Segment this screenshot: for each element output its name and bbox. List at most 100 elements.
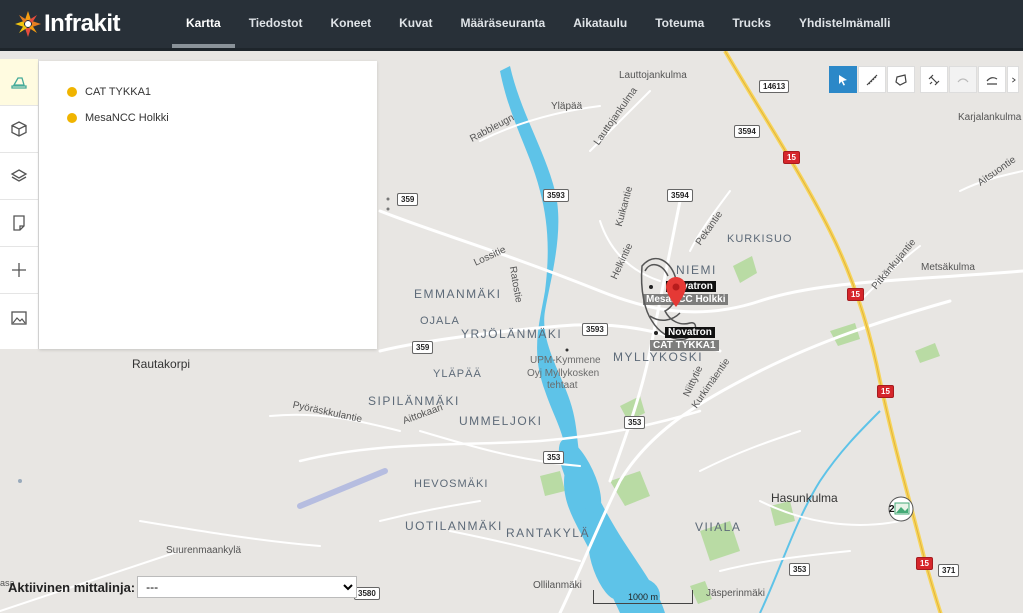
map-label-upm-2: Oyj Myllykosken — [527, 368, 600, 379]
road-shield-3593-b: 3593 — [582, 323, 608, 336]
road-shield-15-c: 15 — [877, 385, 894, 398]
map-label-sipilanmaki: SIPILÄNMÄKI — [368, 394, 460, 408]
nav-tab-koneet[interactable]: Koneet — [316, 0, 385, 48]
map-label-hasunkulma: Hasunkulma — [771, 491, 838, 505]
road-shield-15-a: 15 — [783, 151, 800, 164]
layers-tool-button[interactable] — [0, 153, 38, 200]
map-label-suurenmaankyla: Suurenmaankylä — [166, 545, 242, 556]
profile-icon — [957, 77, 969, 82]
map-label-metsakulma: Metsäkulma — [921, 262, 975, 273]
map-label-yrjolanmaki: YRJÖLÄNMÄKI — [461, 327, 563, 341]
road-shield-353-a: 353 — [624, 416, 646, 429]
photo-cluster-count: 2 — [889, 504, 895, 515]
legend-dot — [67, 87, 77, 97]
map-label-emmanmaki: EMMANMÄKI — [414, 287, 502, 301]
map-label-ojala: OJALA — [420, 315, 460, 327]
nav-tab-kuvat[interactable]: Kuvat — [385, 0, 446, 48]
image-icon — [11, 310, 27, 325]
legend-item-mesancc-holkki[interactable]: MesaNCC Holkki — [39, 105, 377, 131]
machines-icon — [11, 77, 27, 89]
satellite-icon — [928, 74, 940, 85]
map-label-ylapaa: YLÄPÄÄ — [433, 368, 482, 380]
nav-tab-toteuma[interactable]: Toteuma — [641, 0, 718, 48]
map-label-rautakorpi: Rautakorpi — [132, 357, 191, 371]
road-shield-371: 371 — [938, 564, 960, 577]
crosshair-icon — [12, 263, 26, 277]
map-label-ummeljoki: UMMELJOKI — [459, 414, 543, 428]
layers-icon — [10, 169, 28, 182]
nav-tab-trucks[interactable]: Trucks — [718, 0, 785, 48]
road-shield-14613: 14613 — [759, 80, 790, 93]
app-logo[interactable]: Infrakit — [14, 0, 172, 48]
legend-label: CAT TYKKA1 — [85, 86, 152, 98]
road-shield-3594-a: 3594 — [734, 125, 760, 138]
legend-item-cat-tykka1[interactable]: CAT TYKKA1 — [39, 79, 377, 105]
map-label-hevosmaki: HEVOSMÄKI — [414, 478, 489, 490]
map-label-viiala: VIIALA — [695, 520, 742, 534]
nav-tab-maaraseuranta[interactable]: Määräseuranta — [446, 0, 559, 48]
points-tool-button[interactable] — [0, 247, 38, 294]
measure-area-icon — [895, 73, 907, 86]
road-shield-353-c: 353 — [789, 563, 811, 576]
machine-label-cat-tykka1[interactable]: CAT TYKKA1 — [650, 340, 719, 351]
nav-tab-aikataulu[interactable]: Aikataulu — [559, 0, 641, 48]
models-tool-button[interactable] — [0, 106, 38, 153]
map-label-kurkisuo: KURKISUO — [727, 233, 793, 245]
nav-tab-kartta[interactable]: Kartta — [172, 0, 235, 48]
more-icon — [1012, 77, 1016, 82]
map-label-upm-3: tehtaat — [547, 380, 578, 391]
photo-cluster-marker[interactable]: 2 — [887, 496, 915, 522]
road-shield-359-a: 359 — [397, 193, 419, 206]
active-measurement-line: Aktiivinen mittalinja: --- — [8, 576, 358, 598]
map-label-upm-1: UPM-Kymmene — [530, 355, 601, 366]
location-pin-icon[interactable] — [666, 277, 686, 307]
active-line-label: Aktiivinen mittalinja: — [8, 579, 136, 595]
pointer-tool-button[interactable] — [829, 66, 857, 93]
map-label-niemi: NIEMI — [676, 263, 717, 277]
road-shield-3593-a: 3593 — [543, 189, 569, 202]
map-label-ollilanmaki: Ollilanmäki — [533, 580, 582, 591]
machine-label-novatron-bottom[interactable]: Novatron — [665, 327, 715, 338]
map-label-rantakyla: RANTAKYLÄ — [506, 526, 590, 540]
nav-tab-yhdistelmamalli[interactable]: Yhdistelmämalli — [785, 0, 904, 48]
machine-legend-panel: CAT TYKKA1 MesaNCC Holkki — [39, 61, 377, 349]
images-tool-button[interactable] — [0, 294, 38, 341]
profile-button[interactable] — [949, 66, 977, 93]
map-scale-bar: 1000 m — [593, 590, 693, 604]
map-label-myllykoski: MYLLYKOSKI — [613, 350, 704, 364]
measure-line-button[interactable] — [858, 66, 886, 93]
road-shield-15-b: 15 — [847, 288, 864, 301]
machines-tool-button[interactable] — [0, 59, 38, 106]
pointer-icon — [839, 74, 847, 85]
nav-tab-tiedostot[interactable]: Tiedostot — [235, 0, 317, 48]
cross-section-icon — [986, 76, 998, 85]
map-label-karjalankulma: Karjalankulma — [958, 112, 1022, 123]
map-tools-bar — [829, 66, 1020, 93]
measure-line-icon — [866, 74, 878, 85]
map-label-jasperinmaki: Jäsperinmäki — [706, 588, 765, 599]
road-shield-15-d: 15 — [916, 557, 933, 570]
top-navigation-bar: Infrakit Kartta Tiedostot Koneet Kuvat M… — [0, 0, 1023, 48]
legend-label: MesaNCC Holkki — [85, 112, 169, 124]
measure-area-button[interactable] — [887, 66, 915, 93]
road-shield-3580: 3580 — [354, 587, 380, 600]
topbar-divider — [0, 48, 1023, 51]
map-label-lauttojankulma: Lauttojankulma — [619, 70, 687, 81]
map-label-uotilanmaki: UOTILANMÄKI — [405, 519, 503, 533]
more-tools-button[interactable] — [1007, 66, 1019, 93]
logo-burst-icon — [14, 10, 42, 38]
road-shield-3594-b: 3594 — [667, 189, 693, 202]
notes-tool-button[interactable] — [0, 200, 38, 247]
active-line-select[interactable]: --- — [137, 576, 358, 598]
app-name: Infrakit — [44, 10, 121, 37]
road-shield-359-b: 359 — [412, 341, 434, 354]
satellite-button[interactable] — [920, 66, 948, 93]
legend-dot — [67, 113, 77, 123]
left-toolbar — [0, 59, 39, 349]
cube-icon — [11, 121, 27, 137]
main-nav: Kartta Tiedostot Koneet Kuvat Määräseura… — [172, 0, 904, 48]
cross-section-button[interactable] — [978, 66, 1006, 93]
map-label-ylapaa-top: Yläpää — [551, 101, 583, 112]
road-shield-353-b: 353 — [543, 451, 565, 464]
note-icon — [13, 215, 25, 231]
